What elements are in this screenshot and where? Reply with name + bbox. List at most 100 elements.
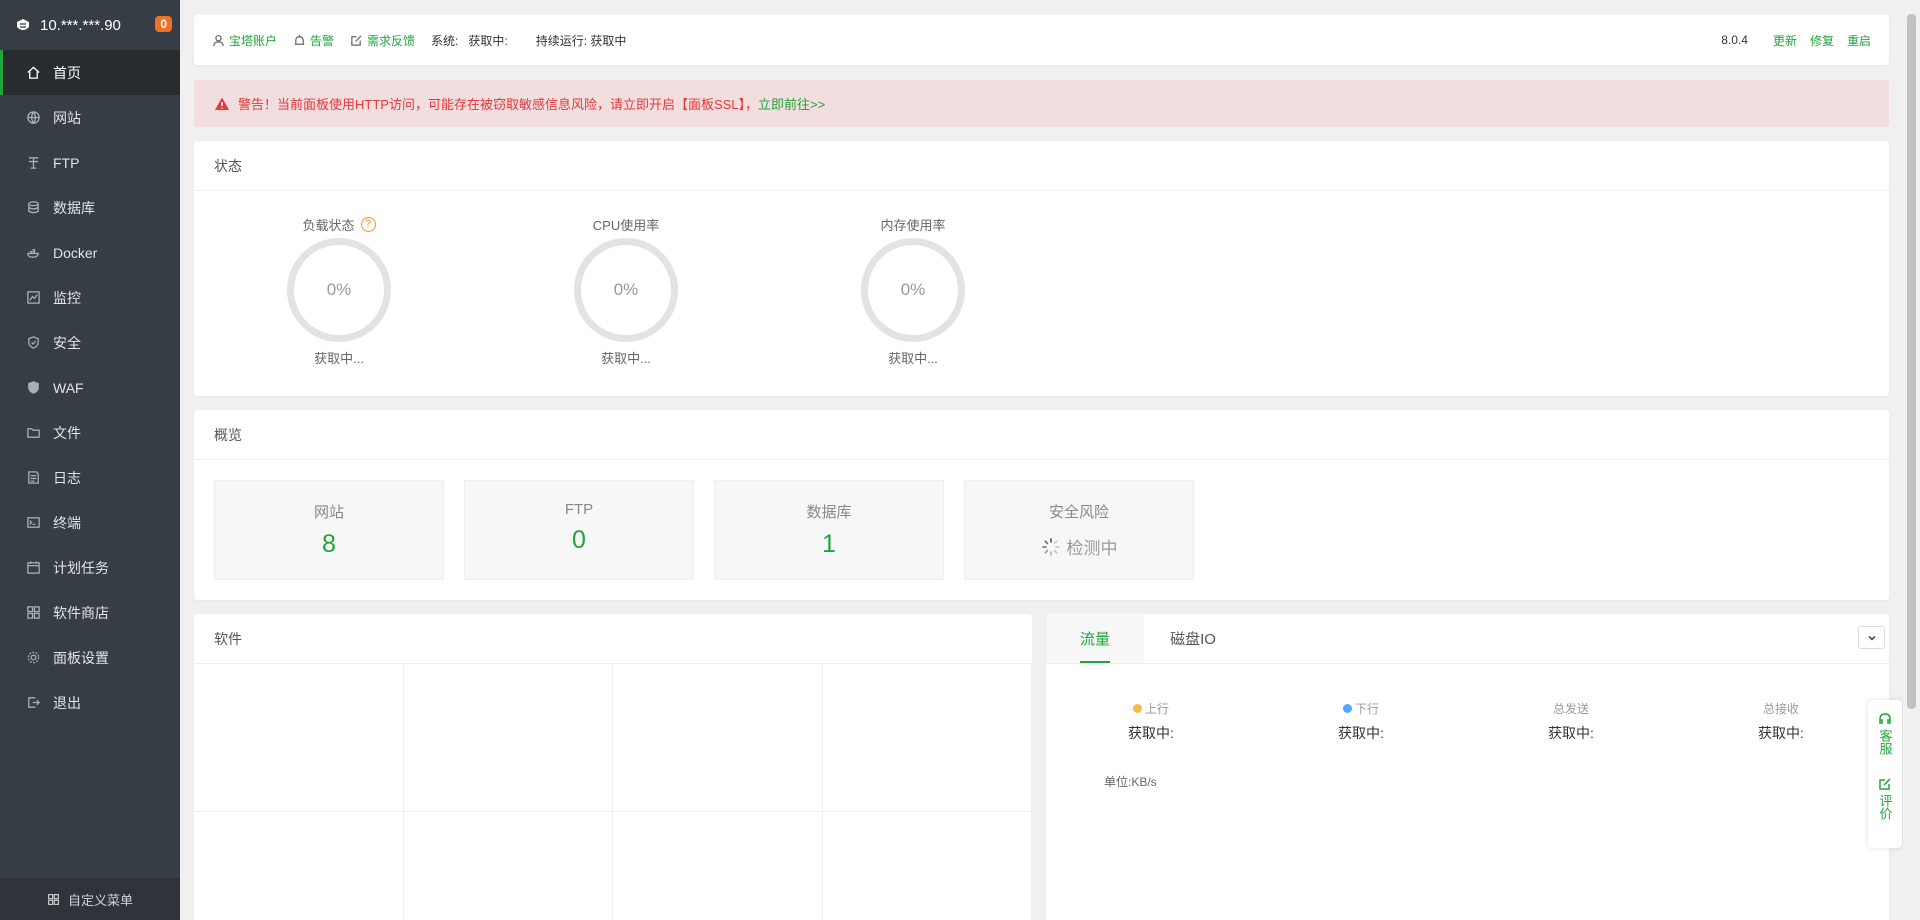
gauge-status: 获取中...	[888, 351, 938, 366]
software-slot[interactable]	[403, 664, 613, 812]
overview-label: 安全风险	[1048, 504, 1109, 521]
sidebar-item-label: FTP	[53, 154, 80, 171]
gear-icon	[27, 651, 40, 664]
page-scrollbar[interactable]	[1903, 0, 1920, 920]
feedback-label: 需求反馈	[367, 33, 416, 48]
unit-label: 单位:KB/s	[1104, 775, 1157, 789]
bt-logo-icon	[17, 19, 29, 30]
sidebar-item-home[interactable]: 首页	[0, 50, 180, 95]
alarm-label: 告警	[310, 33, 335, 48]
sidebar-item-label: Docker	[53, 244, 98, 261]
software-slot[interactable]	[613, 664, 823, 812]
sidebar: 10.***.***.90 0 首页 网站 FTP 数据库 Docker 监控 …	[0, 0, 180, 920]
account-link[interactable]: 宝塔账户	[212, 32, 277, 49]
sidebar-item-logout[interactable]: 退出	[0, 680, 180, 725]
sidebar-item-store[interactable]: 软件商店	[0, 590, 180, 635]
overview-security-risk[interactable]: 安全风险 检测中	[964, 480, 1194, 580]
gauge-title: 负载状态	[302, 217, 355, 233]
folder-icon	[27, 428, 40, 438]
overview-panel: 概览 网站 8 FTP 0 数据库 1 安全风险 检测中	[194, 410, 1889, 600]
sidebar-item-ftp[interactable]: FTP	[0, 140, 180, 185]
overview-database[interactable]: 数据库 1	[714, 480, 944, 580]
cpu-gauge[interactable]: CPU使用率 0% 获取中...	[556, 214, 696, 367]
tab-traffic[interactable]: 流量	[1046, 614, 1144, 663]
chevron-down-icon	[1868, 635, 1875, 640]
floating-help-widget: 客服 评价	[1868, 700, 1902, 848]
software-slot[interactable]	[404, 812, 613, 920]
downstream-stat: 下行 获取中:	[1256, 700, 1466, 743]
alarm-link[interactable]: 告警	[293, 32, 334, 49]
shield-icon	[28, 336, 39, 349]
feedback-link[interactable]: 需求反馈	[350, 32, 415, 49]
overview-websites[interactable]: 网站 8	[214, 480, 444, 580]
update-button[interactable]: 更新	[1773, 32, 1797, 49]
ssl-warning-banner: 警告！当前面板使用HTTP访问，可能存在被窃取敏感信息风险，请立即开启【面板SS…	[194, 80, 1889, 127]
server-ip: 10.***.***.90	[40, 16, 121, 34]
sidebar-item-label: 首页	[53, 64, 81, 81]
traffic-panel: 流量 磁盘IO 上行 获取中: 下行 获取中: 总发送 获取中: 总接收 获取中…	[1046, 614, 1889, 920]
stat-label: 上行	[1144, 702, 1169, 716]
sidebar-item-monitor[interactable]: 监控	[0, 275, 180, 320]
interface-dropdown[interactable]	[1858, 626, 1885, 649]
waf-icon	[28, 381, 39, 394]
sidebar-item-label: 日志	[53, 469, 81, 486]
sidebar-item-docker[interactable]: Docker	[0, 230, 180, 275]
sidebar-item-website[interactable]: 网站	[0, 95, 180, 140]
database-icon	[28, 201, 39, 214]
upstream-dot-icon	[1132, 704, 1142, 713]
sidebar-item-cron[interactable]: 计划任务	[0, 545, 180, 590]
stat-value: 获取中:	[1758, 725, 1804, 741]
custom-menu-label: 自定义菜单	[67, 892, 133, 908]
memory-gauge[interactable]: 内存使用率 0% 获取中...	[843, 214, 983, 367]
warning-icon	[215, 97, 229, 110]
sidebar-item-label: 退出	[53, 694, 81, 711]
help-icon[interactable]: ?	[360, 216, 376, 232]
sidebar-item-terminal[interactable]: 终端	[0, 500, 180, 545]
calendar-icon	[27, 561, 40, 574]
enable-ssl-link[interactable]: 立即前往>>	[758, 94, 825, 113]
load-gauge[interactable]: 负载状态? 0% 获取中...	[269, 214, 409, 367]
uptime-info: 持续运行: 获取中	[535, 33, 627, 48]
monitor-icon	[27, 291, 40, 304]
tab-disk-io[interactable]: 磁盘IO	[1144, 614, 1242, 663]
custom-menu-button[interactable]: 自定义菜单	[0, 878, 180, 920]
notification-badge[interactable]: 0	[155, 16, 172, 32]
customer-service-button[interactable]: 客服	[1878, 712, 1893, 755]
gauge-status: 获取中...	[601, 351, 651, 366]
software-slot[interactable]	[194, 664, 404, 812]
grid-icon	[48, 893, 59, 905]
overview-label: 网站	[313, 504, 344, 521]
repair-button[interactable]: 修复	[1810, 32, 1834, 49]
sidebar-item-settings[interactable]: 面板设置	[0, 635, 180, 680]
software-slot[interactable]	[823, 812, 1032, 920]
stat-value: 获取中:	[1128, 725, 1174, 741]
sidebar-item-logs[interactable]: 日志	[0, 455, 180, 500]
sidebar-item-security[interactable]: 安全	[0, 320, 180, 365]
overview-ftp[interactable]: FTP 0	[464, 480, 694, 580]
server-header[interactable]: 10.***.***.90 0	[0, 0, 180, 50]
home-icon	[27, 66, 40, 79]
sidebar-item-waf[interactable]: WAF	[0, 365, 180, 410]
edit-icon	[1879, 778, 1891, 790]
software-slot[interactable]	[822, 664, 1032, 812]
terminal-icon	[27, 517, 40, 528]
ftp-icon	[28, 157, 39, 169]
loading-spinner-icon	[1041, 537, 1060, 556]
sidebar-item-database[interactable]: 数据库	[0, 185, 180, 230]
overview-value: 0	[572, 526, 586, 554]
restart-button[interactable]: 重启	[1847, 32, 1871, 49]
software-slot[interactable]	[613, 812, 823, 920]
downstream-dot-icon	[1342, 704, 1352, 713]
upstream-stat: 上行 获取中:	[1046, 700, 1256, 743]
software-slot[interactable]	[194, 812, 404, 920]
stat-label: 总接收	[1762, 702, 1799, 716]
overview-title: 概览	[194, 410, 1889, 460]
review-button[interactable]: 评价	[1878, 777, 1893, 820]
log-icon	[28, 471, 39, 484]
headset-icon	[1879, 713, 1891, 724]
service-label: 客服	[1877, 729, 1893, 755]
sidebar-item-files[interactable]: 文件	[0, 410, 180, 455]
software-panel: 软件	[194, 614, 1032, 920]
scrollbar-thumb[interactable]	[1907, 14, 1916, 709]
main-content: 宝塔账户 告警 需求反馈 系统: 获取中: 持续运行: 获取中 8.0.4 更新…	[194, 15, 1889, 920]
